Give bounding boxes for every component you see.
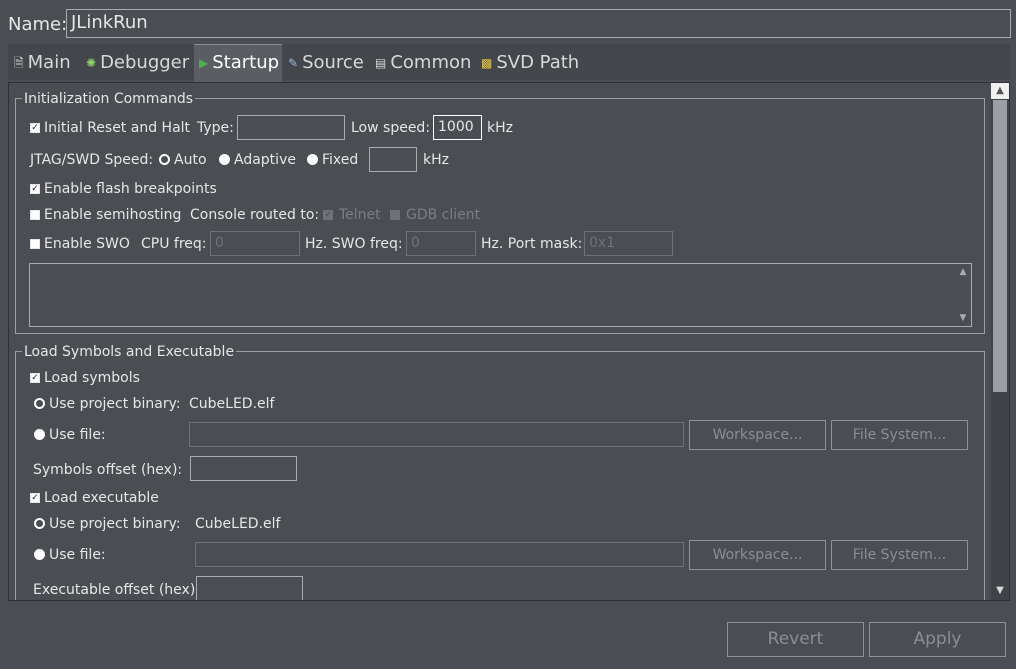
auto-radio[interactable] — [159, 154, 170, 165]
play-icon: ▶ — [199, 56, 209, 70]
symbols-use-file-radio[interactable] — [34, 429, 45, 440]
semihosting-label: Enable semihosting — [44, 207, 182, 223]
textarea-scroll-up-icon[interactable]: ▲ — [957, 266, 969, 278]
name-input[interactable]: JLinkRun — [66, 9, 1011, 38]
cpu-freq-input[interactable]: 0 — [210, 231, 300, 256]
exec-file-input[interactable] — [195, 542, 684, 567]
init-commands-title: Initialization Commands — [22, 90, 196, 108]
flash-breakpoints-label: Enable flash breakpoints — [44, 181, 217, 197]
document-icon: 🗎 — [14, 56, 24, 70]
exec-workspace-button[interactable]: Workspace... — [689, 540, 826, 570]
fixed-radio[interactable] — [307, 154, 318, 165]
name-label: Name: — [8, 14, 68, 35]
flash-breakpoints-checkbox[interactable]: ✓ — [30, 184, 40, 194]
symbols-use-file-label: Use file: — [49, 427, 106, 443]
revert-button[interactable]: Revert — [727, 622, 864, 657]
low-speed-input[interactable]: 1000 — [433, 115, 482, 140]
executable-offset-input[interactable] — [196, 576, 303, 601]
swo-label: Enable SWO — [44, 236, 130, 252]
scroll-down-icon[interactable]: ▼ — [991, 583, 1009, 599]
console-routed-label: Console routed to: — [190, 207, 320, 223]
auto-label: Auto — [174, 152, 207, 168]
gdb-client-checkbox[interactable] — [390, 210, 400, 220]
symbols-project-binary-radio[interactable] — [34, 398, 45, 409]
tab-source[interactable]: ✎ Source — [288, 44, 364, 80]
type-input[interactable] — [237, 115, 345, 140]
exec-use-file-radio[interactable] — [34, 549, 45, 560]
fixed-speed-input[interactable] — [369, 147, 417, 172]
gdb-client-label: GDB client — [406, 207, 481, 223]
common-icon: ▤ — [375, 56, 387, 70]
load-symbols-checkbox[interactable]: ✓ — [30, 373, 40, 383]
exec-project-binary-radio[interactable] — [34, 518, 45, 529]
fixed-speed-unit: kHz — [423, 152, 449, 168]
telnet-checkbox[interactable]: ✓ — [323, 210, 333, 220]
load-executable-label: Load executable — [44, 490, 159, 506]
low-speed-unit: kHz — [487, 120, 513, 136]
symbols-file-system-button[interactable]: File System... — [831, 420, 968, 450]
bug-icon: ✺ — [86, 56, 97, 70]
jtag-speed-label: JTAG/SWD Speed: — [30, 152, 154, 168]
fixed-label: Fixed — [322, 152, 359, 168]
exec-binary-name: CubeLED.elf — [195, 516, 281, 532]
initial-reset-label: Initial Reset and Halt — [44, 120, 191, 136]
type-label: Type: — [197, 120, 234, 136]
adaptive-radio[interactable] — [219, 154, 230, 165]
port-mask-label: Hz. Port mask: — [481, 236, 583, 252]
low-speed-label: Low speed: — [351, 120, 431, 136]
tab-startup[interactable]: ▶ Startup — [199, 44, 279, 80]
symbols-binary-name: CubeLED.elf — [189, 396, 275, 412]
swo-checkbox[interactable] — [30, 239, 40, 249]
source-icon: ✎ — [288, 56, 299, 70]
scroll-thumb[interactable] — [993, 100, 1007, 392]
load-symbols-label: Load symbols — [44, 370, 140, 386]
executable-offset-label: Executable offset (hex): — [33, 582, 201, 598]
tab-debugger[interactable]: ✺ Debugger — [86, 44, 189, 80]
apply-button[interactable]: Apply — [869, 622, 1006, 657]
tab-common[interactable]: ▤ Common — [375, 44, 471, 80]
port-mask-input[interactable]: 0x1 — [584, 231, 673, 256]
tab-main[interactable]: 🗎 Main — [14, 44, 71, 80]
symbols-offset-input[interactable] — [190, 456, 297, 481]
panel-bottom-border — [8, 600, 991, 601]
exec-project-binary-label: Use project binary: — [49, 516, 181, 532]
initial-reset-checkbox[interactable]: ✓ — [30, 123, 40, 133]
tab-svd-path[interactable]: ▩ SVD Path — [481, 44, 579, 80]
swo-freq-input[interactable]: 0 — [406, 231, 476, 256]
cpu-freq-label: CPU freq: — [141, 236, 207, 252]
load-symbols-group — [15, 351, 985, 611]
symbols-offset-label: Symbols offset (hex): — [33, 462, 183, 478]
vertical-scrollbar[interactable]: ▲ ▼ — [991, 83, 1009, 600]
tree-icon: ▩ — [481, 56, 493, 70]
symbols-project-binary-label: Use project binary: — [49, 396, 181, 412]
scroll-up-icon[interactable]: ▲ — [991, 83, 1009, 99]
adaptive-label: Adaptive — [234, 152, 296, 168]
load-executable-checkbox[interactable]: ✓ — [30, 493, 40, 503]
exec-use-file-label: Use file: — [49, 547, 106, 563]
telnet-label: Telnet — [339, 207, 381, 223]
hz-swo-freq-label: Hz. SWO freq: — [305, 236, 403, 252]
load-symbols-title: Load Symbols and Executable — [22, 343, 237, 361]
symbols-workspace-button[interactable]: Workspace... — [689, 420, 826, 450]
init-commands-textarea[interactable]: ▲ ▼ — [29, 263, 972, 327]
semihosting-checkbox[interactable] — [30, 210, 40, 220]
exec-file-system-button[interactable]: File System... — [831, 540, 968, 570]
textarea-scroll-down-icon[interactable]: ▼ — [957, 312, 969, 324]
symbols-file-input[interactable] — [189, 422, 684, 447]
